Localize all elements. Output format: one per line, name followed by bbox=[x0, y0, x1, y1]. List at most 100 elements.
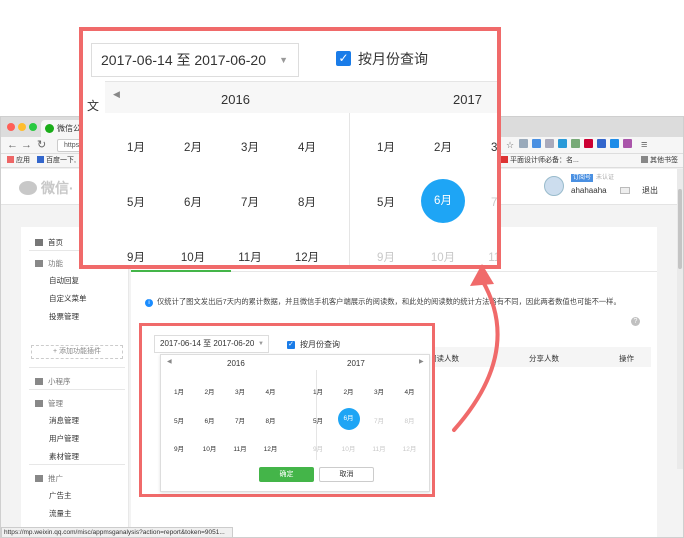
extension-icon[interactable] bbox=[545, 139, 554, 148]
bookmark-baidu[interactable]: 百度一下, bbox=[37, 154, 76, 168]
reload-icon[interactable]: ↻ bbox=[37, 139, 46, 151]
year-2017-label: 2017 bbox=[347, 359, 365, 368]
sidebar-item-home[interactable]: 首页 bbox=[35, 237, 63, 248]
month-2017-9: 9月 bbox=[312, 446, 324, 453]
sidebar-item-advertiser[interactable]: 广告主 bbox=[49, 490, 72, 501]
bookmark-design[interactable]: 平面设计师必备：名... bbox=[501, 154, 579, 168]
month-2016-4[interactable]: 4月 bbox=[260, 386, 282, 396]
wechat-logo-icon bbox=[19, 181, 37, 195]
extension-icon[interactable] bbox=[597, 139, 606, 148]
month-2016-3[interactable]: 3月 bbox=[228, 139, 272, 155]
minimize-window-icon[interactable] bbox=[18, 123, 26, 131]
month-2016-1[interactable]: 1月 bbox=[114, 139, 158, 155]
by-month-checkbox[interactable]: ✓ bbox=[336, 51, 351, 66]
month-2017-6[interactable]: 6月 bbox=[421, 179, 465, 223]
month-2016-9[interactable]: 9月 bbox=[114, 249, 158, 265]
chevron-down-icon: ▼ bbox=[279, 55, 288, 65]
by-month-label[interactable]: 按月份查询 bbox=[358, 49, 428, 69]
bookmark-apps[interactable]: 应用 bbox=[7, 154, 30, 168]
month-2016-12[interactable]: 12月 bbox=[285, 249, 329, 265]
by-month-label[interactable]: 按月份查询 bbox=[300, 339, 340, 350]
grid-icon bbox=[35, 260, 43, 267]
month-2016-5[interactable]: 5月 bbox=[168, 415, 190, 425]
month-2016-9[interactable]: 9月 bbox=[168, 443, 190, 453]
sidebar-section-promotion: 推广 bbox=[35, 473, 63, 484]
month-2016-8[interactable]: 8月 bbox=[260, 415, 282, 425]
month-2016-4[interactable]: 4月 bbox=[285, 139, 329, 155]
month-2016-10[interactable]: 10月 bbox=[171, 249, 215, 265]
close-window-icon[interactable] bbox=[7, 123, 15, 131]
sidebar-item-messages[interactable]: 消息管理 bbox=[49, 415, 79, 426]
month-2016-3[interactable]: 3月 bbox=[229, 386, 251, 396]
month-2017-3[interactable]: 3月 bbox=[478, 139, 497, 155]
chevron-down-icon: ▼ bbox=[258, 341, 264, 347]
cancel-button[interactable]: 取消 bbox=[319, 467, 374, 482]
month-2016-11[interactable]: 11月 bbox=[229, 443, 251, 453]
sidebar-item-publisher[interactable]: 流量主 bbox=[49, 508, 72, 519]
by-month-checkbox[interactable]: ✓ bbox=[287, 341, 295, 349]
date-range-select[interactable]: 2017-06-14 至 2017-06-20 ▼ bbox=[91, 43, 299, 77]
star-icon[interactable]: ☆ bbox=[506, 139, 514, 151]
month-2017-5[interactable]: 5月 bbox=[364, 194, 408, 210]
month-2017-6[interactable]: 6月 bbox=[337, 407, 360, 430]
divider bbox=[29, 367, 125, 368]
stats-notice: i 仅统计了图文发出后7天内的累计数据，并且微信手机客户端展示的阅读数，和此处的阅… bbox=[145, 297, 621, 307]
year-2016-label: 2016 bbox=[227, 359, 245, 368]
bookmark-other[interactable]: 其他书签 bbox=[641, 154, 678, 168]
month-2016-12[interactable]: 12月 bbox=[260, 443, 282, 453]
month-2016-1[interactable]: 1月 bbox=[168, 386, 190, 396]
sidebar-item-miniprogram[interactable]: 小程序 bbox=[35, 376, 71, 387]
sidebar-item-auto-reply[interactable]: 自动回复 bbox=[49, 275, 79, 286]
month-2016-2[interactable]: 2月 bbox=[171, 139, 215, 155]
extension-icon[interactable] bbox=[519, 139, 528, 148]
month-2016-10[interactable]: 10月 bbox=[199, 443, 221, 453]
month-2016-7[interactable]: 7月 bbox=[228, 194, 272, 210]
scrollbar-thumb[interactable] bbox=[678, 189, 682, 269]
month-2016-2[interactable]: 2月 bbox=[199, 386, 221, 396]
extension-icon[interactable] bbox=[571, 139, 580, 148]
month-2017-2[interactable]: 2月 bbox=[421, 139, 465, 155]
col-share-users[interactable]: 分享人数 bbox=[529, 353, 559, 364]
avatar[interactable] bbox=[544, 176, 564, 196]
maximize-window-icon[interactable] bbox=[29, 123, 37, 131]
manage-icon bbox=[35, 400, 43, 407]
forward-icon[interactable]: → bbox=[21, 139, 32, 151]
help-icon[interactable]: ? bbox=[631, 317, 640, 326]
month-2016-6[interactable]: 6月 bbox=[171, 194, 215, 210]
extension-icon[interactable] bbox=[623, 139, 632, 148]
month-2017-5[interactable]: 5月 bbox=[307, 415, 329, 425]
sidebar-item-materials[interactable]: 素材管理 bbox=[49, 451, 79, 462]
prev-year-icon[interactable]: ◀ bbox=[167, 358, 172, 365]
extension-icon[interactable] bbox=[584, 139, 593, 148]
sidebar-item-vote[interactable]: 投票管理 bbox=[49, 311, 79, 322]
sidebar: 首页 功能 自动回复 自定义菜单 投票管理 + 添加功能插件 小程序 管理 消息… bbox=[21, 227, 129, 537]
mail-icon[interactable] bbox=[620, 187, 630, 194]
month-2017-3[interactable]: 3月 bbox=[368, 386, 390, 396]
confirm-button[interactable]: 确定 bbox=[259, 467, 314, 482]
month-2016-7[interactable]: 7月 bbox=[229, 415, 251, 425]
month-2016-5[interactable]: 5月 bbox=[114, 194, 158, 210]
month-2017-10: 10月 bbox=[341, 446, 356, 453]
month-2016-11[interactable]: 11月 bbox=[228, 249, 272, 265]
month-2017-2[interactable]: 2月 bbox=[338, 386, 360, 396]
picker-divider bbox=[349, 113, 350, 265]
logout-link[interactable]: 退出 bbox=[642, 185, 658, 196]
sidebar-item-custom-menu[interactable]: 自定义菜单 bbox=[49, 293, 87, 304]
extension-icon[interactable] bbox=[610, 139, 619, 148]
username[interactable]: ahahaaha bbox=[571, 186, 607, 195]
wechat-logo[interactable]: 微信· bbox=[19, 178, 74, 198]
picker-year-header bbox=[105, 81, 497, 113]
month-2017-4[interactable]: 4月 bbox=[399, 386, 421, 396]
month-2016-8[interactable]: 8月 bbox=[285, 194, 329, 210]
month-2017-1[interactable]: 1月 bbox=[307, 386, 329, 396]
menu-icon[interactable]: ≡ bbox=[641, 139, 647, 151]
month-2016-6[interactable]: 6月 bbox=[199, 415, 221, 425]
add-plugin-button[interactable]: + 添加功能插件 bbox=[31, 345, 123, 359]
sidebar-item-users[interactable]: 用户管理 bbox=[49, 433, 79, 444]
month-2017-1[interactable]: 1月 bbox=[364, 139, 408, 155]
extension-icon[interactable] bbox=[558, 139, 567, 148]
extension-icon[interactable] bbox=[532, 139, 541, 148]
back-icon[interactable]: ← bbox=[7, 139, 18, 151]
prev-year-icon[interactable]: ◀ bbox=[113, 89, 120, 100]
date-range-select[interactable]: 2017-06-14 至 2017-06-20 ▼ bbox=[154, 335, 269, 353]
